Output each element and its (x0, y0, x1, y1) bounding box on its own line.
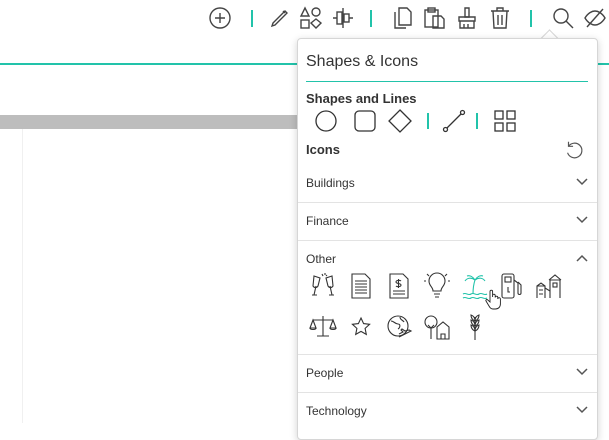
playground-icon[interactable] (534, 271, 564, 301)
copy-icon[interactable] (389, 5, 415, 31)
edit-pencil-icon[interactable] (267, 5, 293, 31)
canvas-gridline (22, 129, 23, 423)
category-technology[interactable]: Technology (298, 393, 597, 430)
champagne-glasses-icon[interactable] (308, 271, 338, 301)
shapes-section-label: Shapes and Lines (306, 91, 417, 106)
canvas-header-band (0, 115, 300, 129)
toolbar-separator (370, 10, 372, 27)
hand-cursor-icon (485, 289, 501, 310)
category-buildings[interactable]: Buildings (298, 165, 597, 203)
reset-undo-icon[interactable] (563, 139, 585, 161)
search-icon[interactable] (550, 5, 576, 31)
panel-title-underline (306, 81, 588, 82)
category-people[interactable]: People (298, 355, 597, 393)
fuel-pump-icon[interactable] (497, 271, 527, 301)
canvas-area[interactable] (0, 129, 300, 423)
shapes-icon[interactable] (298, 5, 324, 31)
shapes-separator (476, 113, 478, 129)
trees-house-icon[interactable] (422, 312, 452, 342)
grid-layout-icon[interactable] (492, 108, 518, 134)
wheat-icon[interactable] (460, 312, 490, 342)
chevron-down-icon (575, 403, 589, 417)
chevron-down-icon (575, 213, 589, 227)
globe-plane-icon[interactable] (384, 312, 414, 342)
chevron-up-icon (575, 251, 589, 265)
diamond-shape-icon[interactable] (387, 108, 413, 134)
category-label: Finance (306, 214, 349, 228)
chevron-down-icon (575, 175, 589, 189)
toolbar-separator (530, 10, 532, 27)
align-icon[interactable] (330, 5, 356, 31)
document-lines-icon[interactable] (346, 271, 376, 301)
add-circle-icon[interactable] (207, 5, 233, 31)
icons-section-label: Icons (306, 142, 340, 157)
category-label: Other (306, 252, 337, 266)
category-label: People (306, 366, 344, 380)
hide-eye-icon[interactable] (582, 5, 608, 31)
category-label: Technology (306, 404, 367, 418)
toolbar (0, 0, 609, 38)
category-label: Buildings (306, 176, 355, 190)
chevron-down-icon (575, 365, 589, 379)
shapes-separator (427, 113, 429, 129)
line-connector-icon[interactable] (441, 108, 467, 134)
lightbulb-icon[interactable] (422, 271, 452, 301)
format-brush-icon[interactable] (454, 5, 480, 31)
star-icon[interactable] (346, 312, 376, 342)
delete-icon[interactable] (487, 5, 513, 31)
invoice-dollar-icon[interactable] (384, 271, 414, 301)
shapes-icons-panel: Shapes & Icons Shapes and Lines Icons Bu… (297, 38, 598, 440)
toolbar-separator (251, 10, 253, 27)
category-finance[interactable]: Finance (298, 203, 597, 241)
scales-icon[interactable] (308, 312, 338, 342)
circle-shape-icon[interactable] (313, 108, 339, 134)
paste-icon[interactable] (421, 5, 447, 31)
rounded-square-shape-icon[interactable] (352, 108, 378, 134)
panel-title: Shapes & Icons (306, 53, 419, 70)
